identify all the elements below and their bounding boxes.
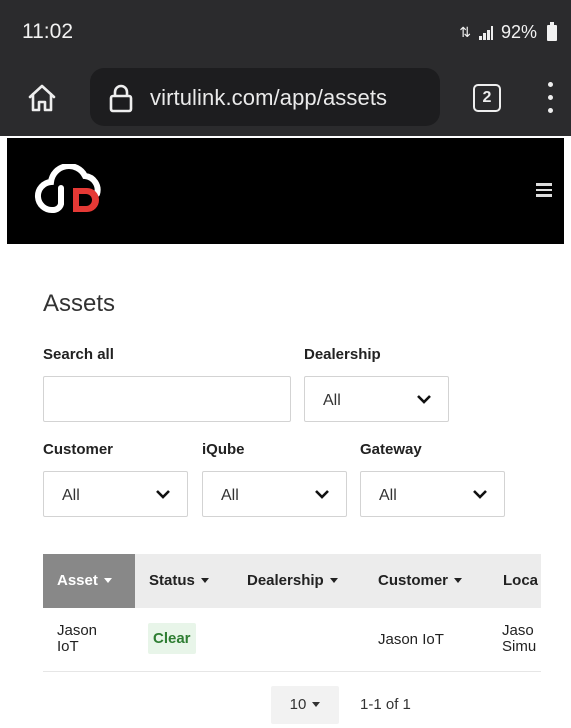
column-header-asset[interactable]: Asset: [43, 554, 135, 608]
chevron-down-icon: [315, 490, 329, 499]
gateway-select[interactable]: All: [360, 471, 505, 517]
chevron-down-icon: [156, 490, 170, 499]
chevron-down-icon: [417, 395, 431, 404]
hamburger-menu-icon[interactable]: [536, 183, 552, 197]
page-size-value: 10: [289, 696, 307, 713]
app-header: [7, 138, 564, 244]
iqube-label: iQube: [202, 441, 245, 458]
column-header-location[interactable]: Loca: [489, 554, 541, 608]
overflow-menu-icon[interactable]: [540, 80, 560, 116]
iqube-value: All: [221, 487, 239, 504]
tab-switcher-button[interactable]: 2: [473, 84, 501, 112]
iqube-select[interactable]: All: [202, 471, 347, 517]
signal-icon: [478, 25, 493, 40]
chevron-down-icon: [473, 490, 487, 499]
table-header: Asset Status Dealership Customer Loca: [43, 554, 541, 608]
customer-label: Customer: [43, 441, 114, 458]
status-bar: 11:02 ⇅ 92%: [0, 0, 571, 60]
caret-down-icon: [312, 701, 321, 707]
assets-table: Asset Status Dealership Customer Loca Ja…: [43, 554, 541, 672]
cell-location: Jaso Simu: [502, 622, 537, 655]
column-header-dealership[interactable]: Dealership: [233, 554, 365, 608]
customer-value: All: [62, 487, 80, 504]
sort-caret-icon: [454, 577, 463, 583]
customer-select[interactable]: All: [43, 471, 188, 517]
address-bar[interactable]: virtulink.com/app/assets: [90, 68, 440, 126]
gateway-label: Gateway: [360, 441, 422, 458]
cloud-logo-icon[interactable]: [31, 164, 117, 220]
status-badge: Clear: [148, 623, 196, 654]
page-title: Assets: [43, 290, 116, 317]
search-all-label: Search all: [43, 346, 114, 363]
pagination-range: 1-1 of 1: [360, 696, 411, 713]
browser-toolbar: virtulink.com/app/assets 2: [0, 60, 571, 136]
data-transfer-icon: ⇅: [459, 24, 471, 40]
status-time: 11:02: [22, 20, 73, 43]
cell-asset[interactable]: Jason IoT: [57, 623, 97, 655]
battery-icon: [547, 21, 557, 41]
column-header-status[interactable]: Status: [135, 554, 231, 608]
table-row[interactable]: Jason IoT Clear Jason IoT Jaso Simu: [43, 608, 541, 671]
sort-caret-icon: [329, 577, 338, 583]
column-header-customer[interactable]: Customer: [364, 554, 488, 608]
battery-percent: 92%: [500, 22, 537, 42]
dealership-select[interactable]: All: [304, 376, 449, 422]
dealership-label: Dealership: [304, 346, 381, 363]
status-indicators: ⇅ 92%: [459, 21, 557, 43]
gateway-value: All: [379, 487, 397, 504]
dealership-value: All: [323, 392, 341, 409]
sort-caret-icon: [103, 577, 112, 583]
lock-icon: [109, 84, 133, 113]
home-icon[interactable]: [26, 82, 58, 114]
sort-caret-icon: [200, 577, 209, 583]
cell-customer: Jason IoT: [378, 631, 444, 648]
url-text: virtulink.com/app/assets: [150, 85, 388, 110]
page-size-select[interactable]: 10: [271, 686, 339, 724]
search-all-input[interactable]: [43, 376, 291, 422]
